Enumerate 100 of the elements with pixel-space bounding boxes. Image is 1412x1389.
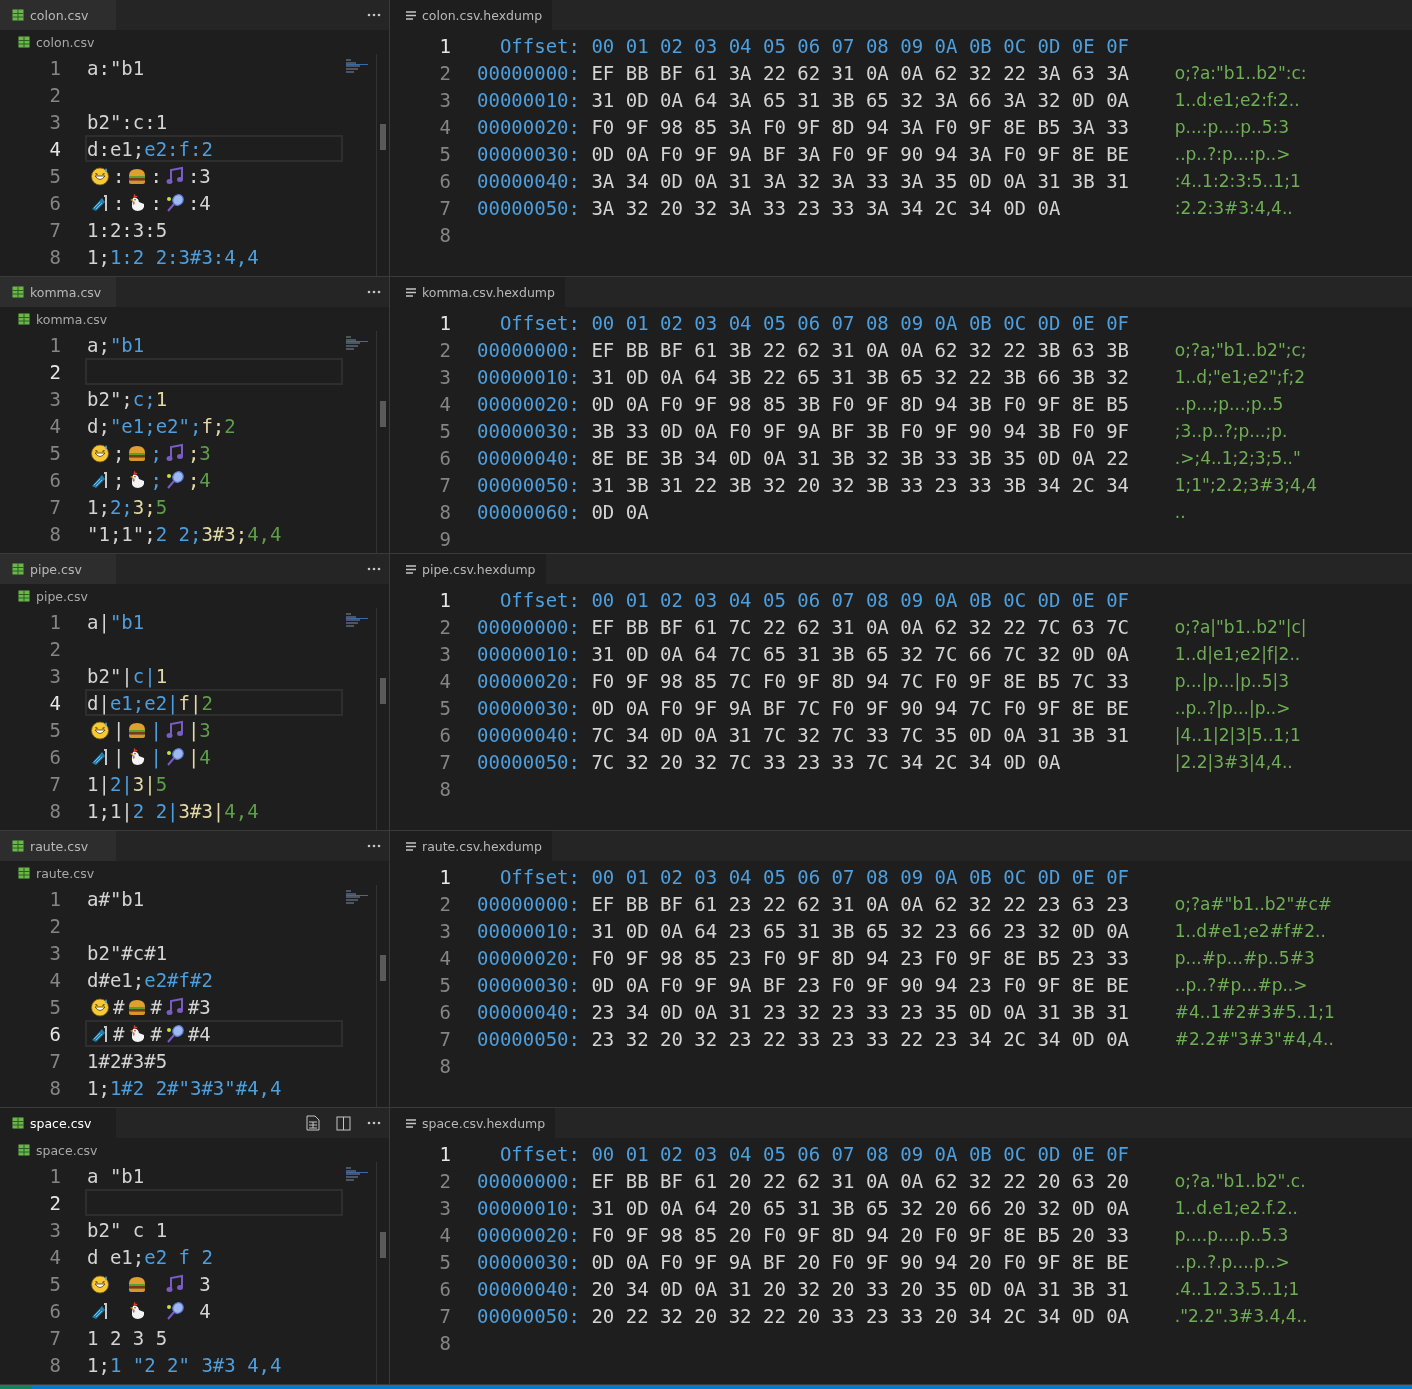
line-number: 8 <box>48 245 61 268</box>
code-text: 1#2 2#"3#3"#4,4 <box>109 1076 282 1099</box>
scrollbar-thumb[interactable] <box>380 955 386 981</box>
hex-offset: 00000030: <box>477 973 581 996</box>
hex-ascii: 1..d|e1;e2|f|2.. <box>1174 643 1301 664</box>
breadcrumb[interactable]: space.csv <box>36 1142 98 1158</box>
hex-offset: 00000010: <box>477 1196 581 1219</box>
editor-tab[interactable]: raute.csv.hexdump <box>390 831 552 861</box>
editor-tab[interactable]: komma.csv.hexdump <box>390 277 565 307</box>
code-text: ; <box>187 441 200 464</box>
hex-bytes: 31 0D 0A 64 3A 65 31 3B 65 32 3A 66 3A 32 0D 0A <box>591 88 1129 111</box>
editor-tab[interactable]: space.csv.hexdump <box>390 1108 556 1138</box>
hex-offset: 00000020: <box>477 946 581 969</box>
hex-bytes: 7C 34 0D 0A 31 7C 32 7C 33 7C 35 0D 0A 31 3B 31 <box>591 723 1129 746</box>
hex-offset: 00000050: <box>477 1304 581 1327</box>
hex-bytes: F0 9F 98 85 3A F0 9F 8D 94 3A F0 9F 8E B5 3A 33 <box>591 115 1129 138</box>
hex-offset: 00000060: <box>477 500 581 523</box>
code-text: e2:f:2 <box>144 137 213 160</box>
minimap-drawing[interactable] <box>346 890 368 904</box>
code-text: 2 2; <box>155 522 202 545</box>
text-lines-icon <box>406 10 416 20</box>
line-number: 5 <box>438 973 451 996</box>
code-text: e1;e2| <box>109 691 179 714</box>
hex-offset: 00000040: <box>477 446 581 469</box>
editor-tab[interactable]: komma.csv <box>0 277 116 307</box>
code-text: b2"#c#1 <box>87 941 168 964</box>
hex-bytes: EF BB BF 61 3B 22 62 31 0A 0A 62 32 22 3B 63 3B <box>591 338 1129 361</box>
line-number: 4 <box>438 115 451 138</box>
line-number: 2 <box>48 360 61 383</box>
line-number: 5 <box>438 696 451 719</box>
music-notes-icon <box>164 442 185 463</box>
hex-offset: 00000000: <box>477 892 581 915</box>
line-number: 7 <box>48 218 61 241</box>
line-number: 7 <box>438 1304 451 1327</box>
minimap-drawing[interactable] <box>346 59 368 73</box>
table-file-icon <box>12 840 24 852</box>
line-number: 4 <box>438 1223 451 1246</box>
line-number: 1 <box>438 588 451 611</box>
hex-offset: 00000050: <box>477 196 581 219</box>
code-text: 4 <box>198 1299 211 1322</box>
breadcrumb[interactable]: raute.csv <box>36 865 95 881</box>
code-text: ; <box>113 441 125 464</box>
code-text: e2#f#2 <box>144 968 213 991</box>
code-text: 2; <box>109 495 133 518</box>
scrollbar-thumb[interactable] <box>380 1232 386 1258</box>
line-number: 3 <box>438 642 451 665</box>
line-number: 6 <box>438 1000 451 1023</box>
code-text: a#"b1 <box>87 887 145 910</box>
code-text: a:"b1 <box>87 56 145 79</box>
hex-bytes: 0D 0A <box>591 500 649 523</box>
table-file-icon <box>18 313 30 325</box>
minimap-drawing[interactable] <box>346 1167 368 1181</box>
hex-ascii: .. <box>1174 501 1186 522</box>
code-text: 1 <box>155 387 168 410</box>
scrollbar-thumb[interactable] <box>380 678 386 704</box>
breadcrumb[interactable]: pipe.csv <box>36 588 88 604</box>
hex-ascii: ..p...;p...;p..5 <box>1174 393 1284 414</box>
line-number: 1 <box>438 311 451 334</box>
code-text: : <box>150 191 162 214</box>
minimap-drawing[interactable] <box>346 613 368 627</box>
hex-ascii: p...|p...|p..5|3 <box>1174 670 1290 691</box>
hex-bytes: 0D 0A F0 9F 9A BF 23 F0 9F 90 94 23 F0 9F 8E BE <box>591 973 1129 996</box>
code-text: : <box>113 164 125 187</box>
editor-tab[interactable]: colon.csv <box>0 0 116 30</box>
editor-tab[interactable]: raute.csv <box>0 831 116 861</box>
editor-tab[interactable]: pipe.csv.hexdump <box>390 554 546 584</box>
line-number: 1 <box>438 865 451 888</box>
hex-ascii: ..p..?:p...:p..> <box>1174 143 1291 164</box>
line-number: 6 <box>438 723 451 746</box>
breadcrumb[interactable]: komma.csv <box>36 311 108 327</box>
code-text: ; <box>150 441 162 464</box>
column-header: 00 01 02 03 04 05 06 07 08 09 0A 0B 0C 0D 0E 0F <box>591 1142 1130 1165</box>
hex-ascii: o;?a#"b1..b2"#c# <box>1174 893 1333 914</box>
hex-bytes: 3B 33 0D 0A F0 9F 9A BF 3B F0 9F 90 94 3B F0 9F <box>591 419 1129 442</box>
code-text: a "b1 <box>87 1164 145 1187</box>
scrollbar-thumb[interactable] <box>380 401 386 427</box>
line-number: 1 <box>48 610 61 633</box>
hex-offset: 00000000: <box>477 61 581 84</box>
hex-bytes: 31 0D 0A 64 7C 65 31 3B 65 32 7C 66 7C 32 0D 0A <box>591 642 1129 665</box>
line-number: 5 <box>48 1272 61 1295</box>
scrollbar-thumb[interactable] <box>380 124 386 150</box>
hex-bytes: 3A 34 0D 0A 31 3A 32 3A 33 3A 35 0D 0A 31 3B 31 <box>591 169 1129 192</box>
line-number: 8 <box>438 1054 451 1077</box>
editor-tab[interactable]: colon.csv.hexdump <box>390 0 553 30</box>
hex-bytes: 8E BE 3B 34 0D 0A 31 3B 32 3B 33 3B 35 0D 0A 22 <box>591 446 1129 469</box>
line-number: 2 <box>48 1191 61 1214</box>
minimap-drawing[interactable] <box>346 336 368 350</box>
shower-icon <box>90 746 110 767</box>
hex-ascii: p...:p...:p..5:3 <box>1174 116 1290 137</box>
breadcrumb[interactable]: colon.csv <box>36 34 95 50</box>
hex-offset: 00000050: <box>477 473 581 496</box>
hex-ascii: ..p..?|p...|p..> <box>1174 697 1291 718</box>
editor-tab[interactable]: space.csv <box>0 1108 116 1138</box>
code-text: 2 <box>224 414 236 437</box>
code-text: | <box>187 745 200 768</box>
code-text: 3 <box>198 1272 211 1295</box>
line-number: 2 <box>48 914 61 937</box>
editor-tab[interactable]: pipe.csv <box>0 554 116 584</box>
hex-ascii: o;?a."b1..b2".c. <box>1174 1170 1306 1191</box>
line-number: 6 <box>48 745 61 768</box>
